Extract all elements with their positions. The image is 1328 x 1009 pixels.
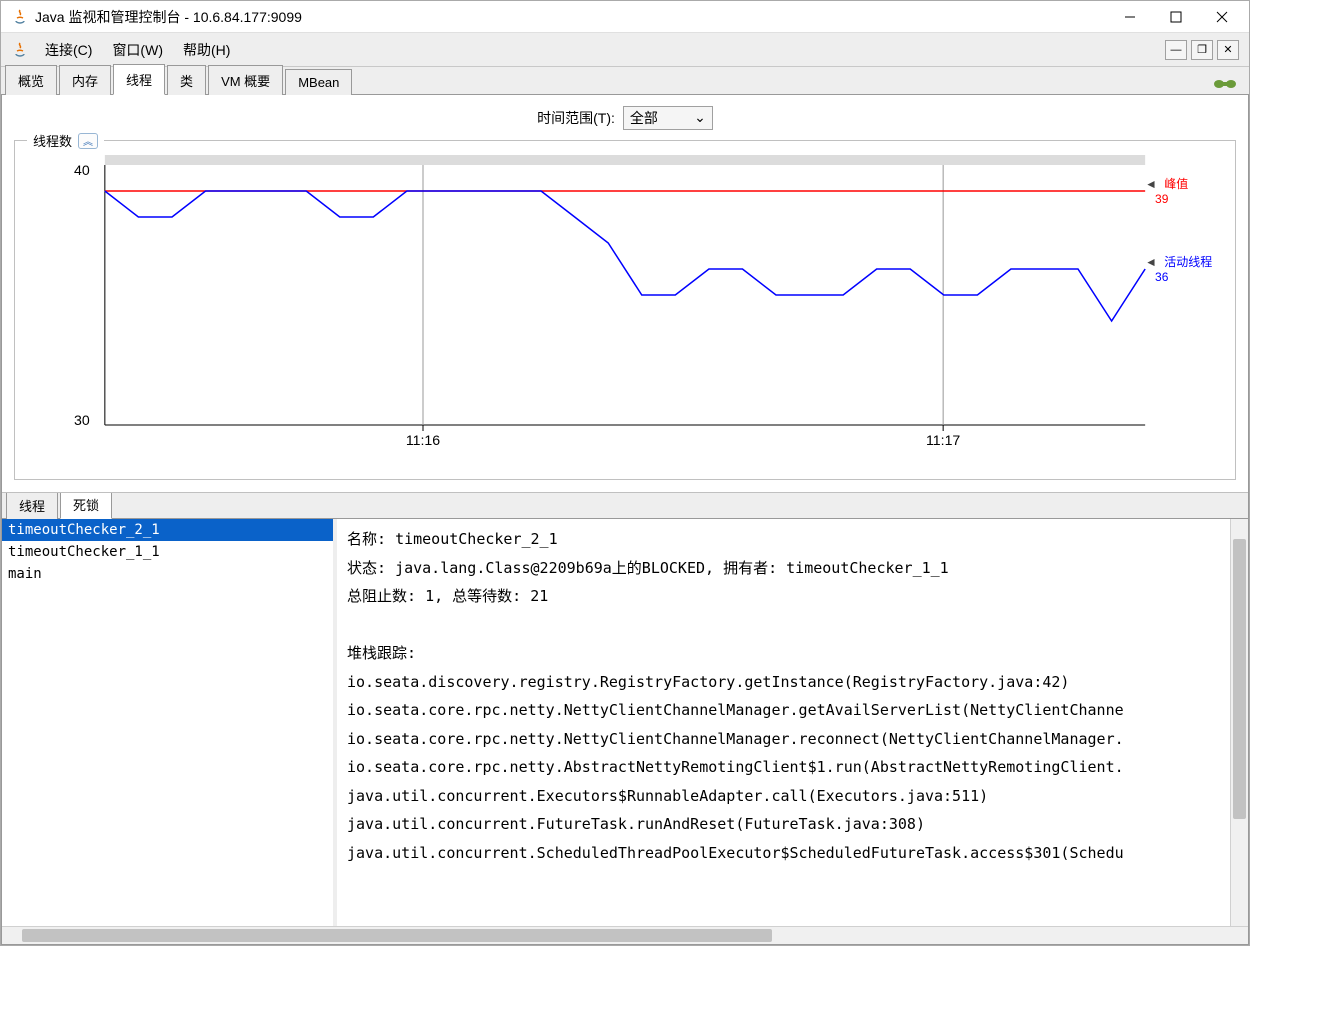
internal-close-button[interactable]: ✕ bbox=[1217, 40, 1239, 60]
main-tabs: 概览 内存 线程 类 VM 概要 MBean bbox=[1, 67, 1249, 95]
thread-count-chart: 线程数 ︽ 40 30 11:16 11:17 bbox=[14, 140, 1236, 480]
svg-text:40: 40 bbox=[74, 162, 90, 178]
close-button[interactable] bbox=[1199, 2, 1245, 32]
tab-classes[interactable]: 类 bbox=[167, 65, 206, 95]
detail-name-value: timeoutChecker_2_1 bbox=[395, 530, 558, 548]
java-icon bbox=[11, 41, 29, 59]
tab-deadlock[interactable]: 死锁 bbox=[60, 492, 112, 519]
stack-trace: io.seata.discovery.registry.RegistryFact… bbox=[347, 668, 1238, 868]
svg-text:11:16: 11:16 bbox=[406, 432, 440, 448]
deadlock-section: 线程 死锁 timeoutChecker_2_1timeoutChecker_1… bbox=[2, 492, 1248, 944]
thread-list[interactable]: timeoutChecker_2_1timeoutChecker_1_1main bbox=[2, 519, 337, 926]
detail-blocked-value: 1, bbox=[425, 587, 443, 605]
connection-status-icon bbox=[1211, 74, 1239, 94]
internal-restore-button[interactable]: ❐ bbox=[1191, 40, 1213, 60]
detail-state-label: 状态: bbox=[347, 559, 386, 577]
stack-line: io.seata.core.rpc.netty.NettyClientChann… bbox=[347, 725, 1238, 754]
tab-mbean[interactable]: MBean bbox=[285, 69, 352, 95]
tab-overview[interactable]: 概览 bbox=[5, 65, 57, 95]
chevron-down-icon: ⌄ bbox=[694, 109, 706, 126]
svg-text:11:17: 11:17 bbox=[926, 432, 960, 448]
thread-item[interactable]: timeoutChecker_2_1 bbox=[2, 519, 333, 541]
minimize-button[interactable] bbox=[1107, 2, 1153, 32]
stack-line: java.util.concurrent.Executors$RunnableA… bbox=[347, 782, 1238, 811]
menu-help[interactable]: 帮助(H) bbox=[173, 36, 240, 64]
internal-minimize-button[interactable]: — bbox=[1165, 40, 1187, 60]
arrow-left-icon: ◄ bbox=[1145, 255, 1157, 269]
detail-waited-value: 21 bbox=[530, 587, 548, 605]
chart-svg: 40 30 11:16 11:17 bbox=[19, 145, 1231, 475]
detail-name-label: 名称: bbox=[347, 530, 386, 548]
peak-value: 39 bbox=[1155, 192, 1168, 206]
thread-item[interactable]: timeoutChecker_1_1 bbox=[2, 541, 333, 563]
peak-series-name: 峰值 bbox=[1164, 177, 1188, 191]
horizontal-scrollbar[interactable] bbox=[2, 926, 1248, 944]
stack-line: java.util.concurrent.ScheduledThreadPool… bbox=[347, 839, 1238, 868]
main-window: Java 监视和管理控制台 - 10.6.84.177:9099 连接(C) 窗… bbox=[0, 0, 1250, 946]
menu-connect[interactable]: 连接(C) bbox=[35, 36, 102, 64]
tab-memory[interactable]: 内存 bbox=[59, 65, 111, 95]
stack-line: java.util.concurrent.FutureTask.runAndRe… bbox=[347, 810, 1238, 839]
deadlock-tabs: 线程 死锁 bbox=[2, 493, 1248, 519]
svg-text:30: 30 bbox=[74, 412, 90, 428]
time-range-label: 时间范围(T): bbox=[537, 108, 615, 128]
active-value: 36 bbox=[1155, 270, 1168, 284]
stack-line: io.seata.core.rpc.netty.NettyClientChann… bbox=[347, 696, 1238, 725]
maximize-button[interactable] bbox=[1153, 2, 1199, 32]
tab-vm[interactable]: VM 概要 bbox=[208, 65, 283, 95]
menubar: 连接(C) 窗口(W) 帮助(H) — ❐ ✕ bbox=[1, 33, 1249, 67]
detail-blocked-label: 总阻止数: bbox=[347, 587, 416, 605]
thread-detail: 名称: timeoutChecker_2_1 状态: java.lang.Cla… bbox=[337, 519, 1248, 926]
active-series-name: 活动线程 bbox=[1164, 255, 1212, 269]
menu-window[interactable]: 窗口(W) bbox=[102, 36, 173, 64]
threads-panel: 时间范围(T): 全部 ⌄ 线程数 ︽ 40 30 11 bbox=[1, 95, 1249, 945]
tab-thread-list[interactable]: 线程 bbox=[6, 492, 58, 519]
vertical-scrollbar[interactable] bbox=[1230, 519, 1248, 926]
time-range-value: 全部 bbox=[630, 108, 658, 128]
stack-line: io.seata.discovery.registry.RegistryFact… bbox=[347, 668, 1238, 697]
time-range-row: 时间范围(T): 全部 ⌄ bbox=[2, 95, 1248, 140]
detail-state-value: java.lang.Class@2209b69a上的BLOCKED, 拥有者: … bbox=[395, 559, 949, 577]
time-range-select[interactable]: 全部 ⌄ bbox=[623, 106, 713, 130]
java-icon bbox=[11, 8, 29, 26]
stack-line: io.seata.core.rpc.netty.AbstractNettyRem… bbox=[347, 753, 1238, 782]
arrow-left-icon: ◄ bbox=[1145, 177, 1157, 191]
stack-label: 堆栈跟踪: bbox=[347, 639, 1238, 668]
titlebar: Java 监视和管理控制台 - 10.6.84.177:9099 bbox=[1, 1, 1249, 33]
tab-threads[interactable]: 线程 bbox=[113, 64, 165, 95]
detail-waited-label: 总等待数: bbox=[452, 587, 521, 605]
window-title: Java 监视和管理控制台 - 10.6.84.177:9099 bbox=[35, 7, 1107, 27]
thread-item[interactable]: main bbox=[2, 563, 333, 585]
